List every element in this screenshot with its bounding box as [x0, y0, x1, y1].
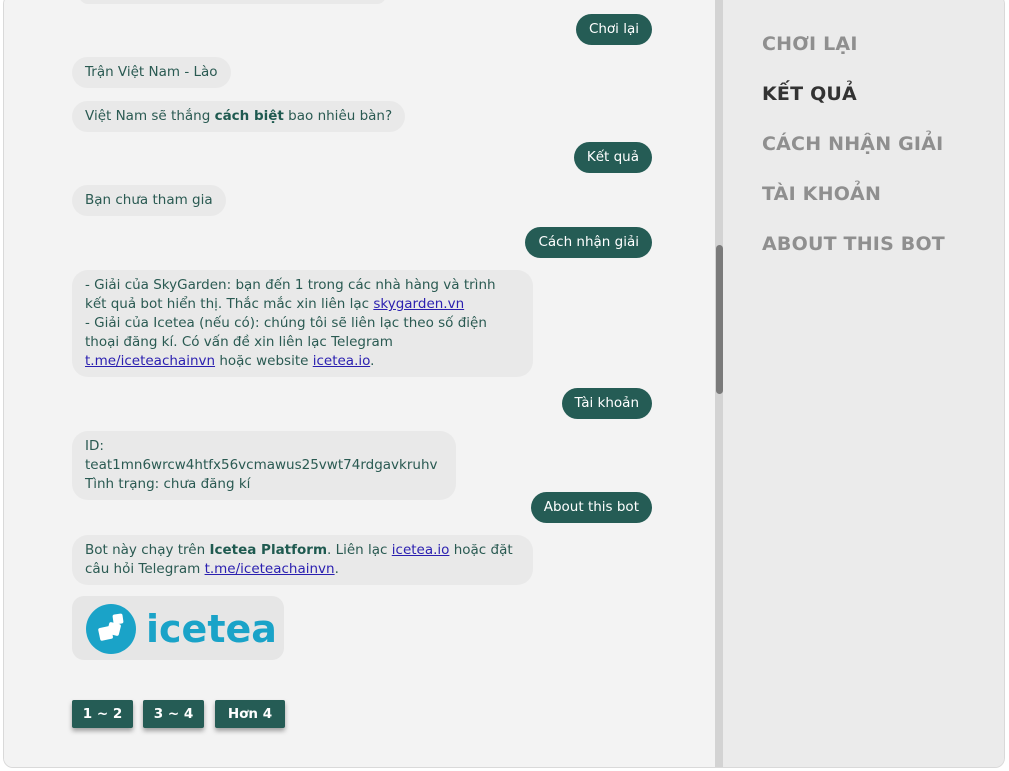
menu-item-ket-qua[interactable]: KẾT QUẢ: [762, 83, 857, 105]
menu-item-cach-nhan-giai[interactable]: CÁCH NHẬN GIẢI: [762, 133, 943, 155]
chat-panel: Chơi lại Trận Việt Nam - Lào Việt Nam sẽ…: [4, 0, 715, 767]
account-id: ID: teat1mn6wrcw4htfx56vcmawus25vwt74rdg…: [85, 438, 438, 473]
icetea-wordmark: icetea: [146, 607, 275, 651]
user-message-tai-khoan: Tài khoản: [561, 388, 652, 419]
bot-message-about: Bot này chạy trên Icetea Platform. Liên …: [72, 535, 533, 585]
skygarden-link[interactable]: skygarden.vn: [373, 296, 464, 312]
about-bold: Icetea Platform: [209, 542, 328, 558]
quick-reply-1-2[interactable]: 1 ~ 2: [72, 700, 133, 728]
chat-window: Chơi lại Trận Việt Nam - Lào Việt Nam sẽ…: [3, 0, 1005, 768]
user-message-cach-nhan-giai: Cách nhận giải: [525, 227, 652, 258]
about-end: .: [334, 561, 339, 577]
quick-reply-hon-4[interactable]: Hơn 4: [215, 700, 285, 728]
icetea-link[interactable]: icetea.io: [313, 353, 370, 369]
bot-message-account: ID: teat1mn6wrcw4htfx56vcmawus25vwt74rdg…: [72, 431, 456, 500]
telegram-link[interactable]: t.me/iceteachainvn: [85, 353, 215, 369]
user-message-ket-qua: Kết quả: [573, 142, 652, 173]
question-text-pre: Việt Nam sẽ thắng: [85, 108, 215, 124]
previous-bot-message: [79, 0, 386, 4]
menu-item-choi-lai[interactable]: CHƠI LẠI: [762, 33, 858, 55]
menu-item-tai-khoan[interactable]: TÀI KHOẢN: [762, 183, 881, 205]
bot-message-not-joined: Bạn chưa tham gia: [72, 185, 226, 216]
chat-scrollbar[interactable]: [715, 0, 723, 767]
scrollbar-thumb[interactable]: [716, 245, 723, 394]
prize-line-2b: hoặc website: [215, 353, 313, 369]
prize-line-2: - Giải của Icetea (nếu có): chúng tôi sẽ…: [85, 315, 487, 350]
user-message-choi-lai: Chơi lại: [575, 14, 652, 45]
question-text-post: bao nhiêu bàn?: [283, 108, 393, 124]
bot-message-match: Trận Việt Nam - Lào: [72, 57, 231, 88]
bot-message-question: Việt Nam sẽ thắng cách biệt bao nhiêu bà…: [72, 101, 406, 132]
menu-item-about[interactable]: ABOUT THIS BOT: [762, 233, 945, 255]
account-status: Tình trạng: chưa đăng kí: [85, 476, 251, 492]
icetea-logo-icon: icetea: [86, 604, 275, 654]
sidebar-menu: CHƠI LẠI KẾT QUẢ CÁCH NHẬN GIẢI TÀI KHOẢ…: [723, 0, 1004, 767]
about-telegram-link[interactable]: t.me/iceteachainvn: [205, 561, 335, 577]
user-message-about: About this bot: [530, 492, 652, 523]
bot-message-prize-info: - Giải của SkyGarden: bạn đến 1 trong cá…: [72, 270, 533, 377]
icetea-logo-card: icetea: [72, 596, 284, 660]
prize-line-end: .: [370, 353, 375, 369]
about-icetea-link[interactable]: icetea.io: [392, 542, 450, 558]
about-mid: . Liên lạc: [327, 542, 392, 558]
about-pre: Bot này chạy trên: [85, 542, 210, 558]
quick-reply-3-4[interactable]: 3 ~ 4: [143, 700, 204, 728]
question-text-bold: cách biệt: [214, 108, 284, 124]
